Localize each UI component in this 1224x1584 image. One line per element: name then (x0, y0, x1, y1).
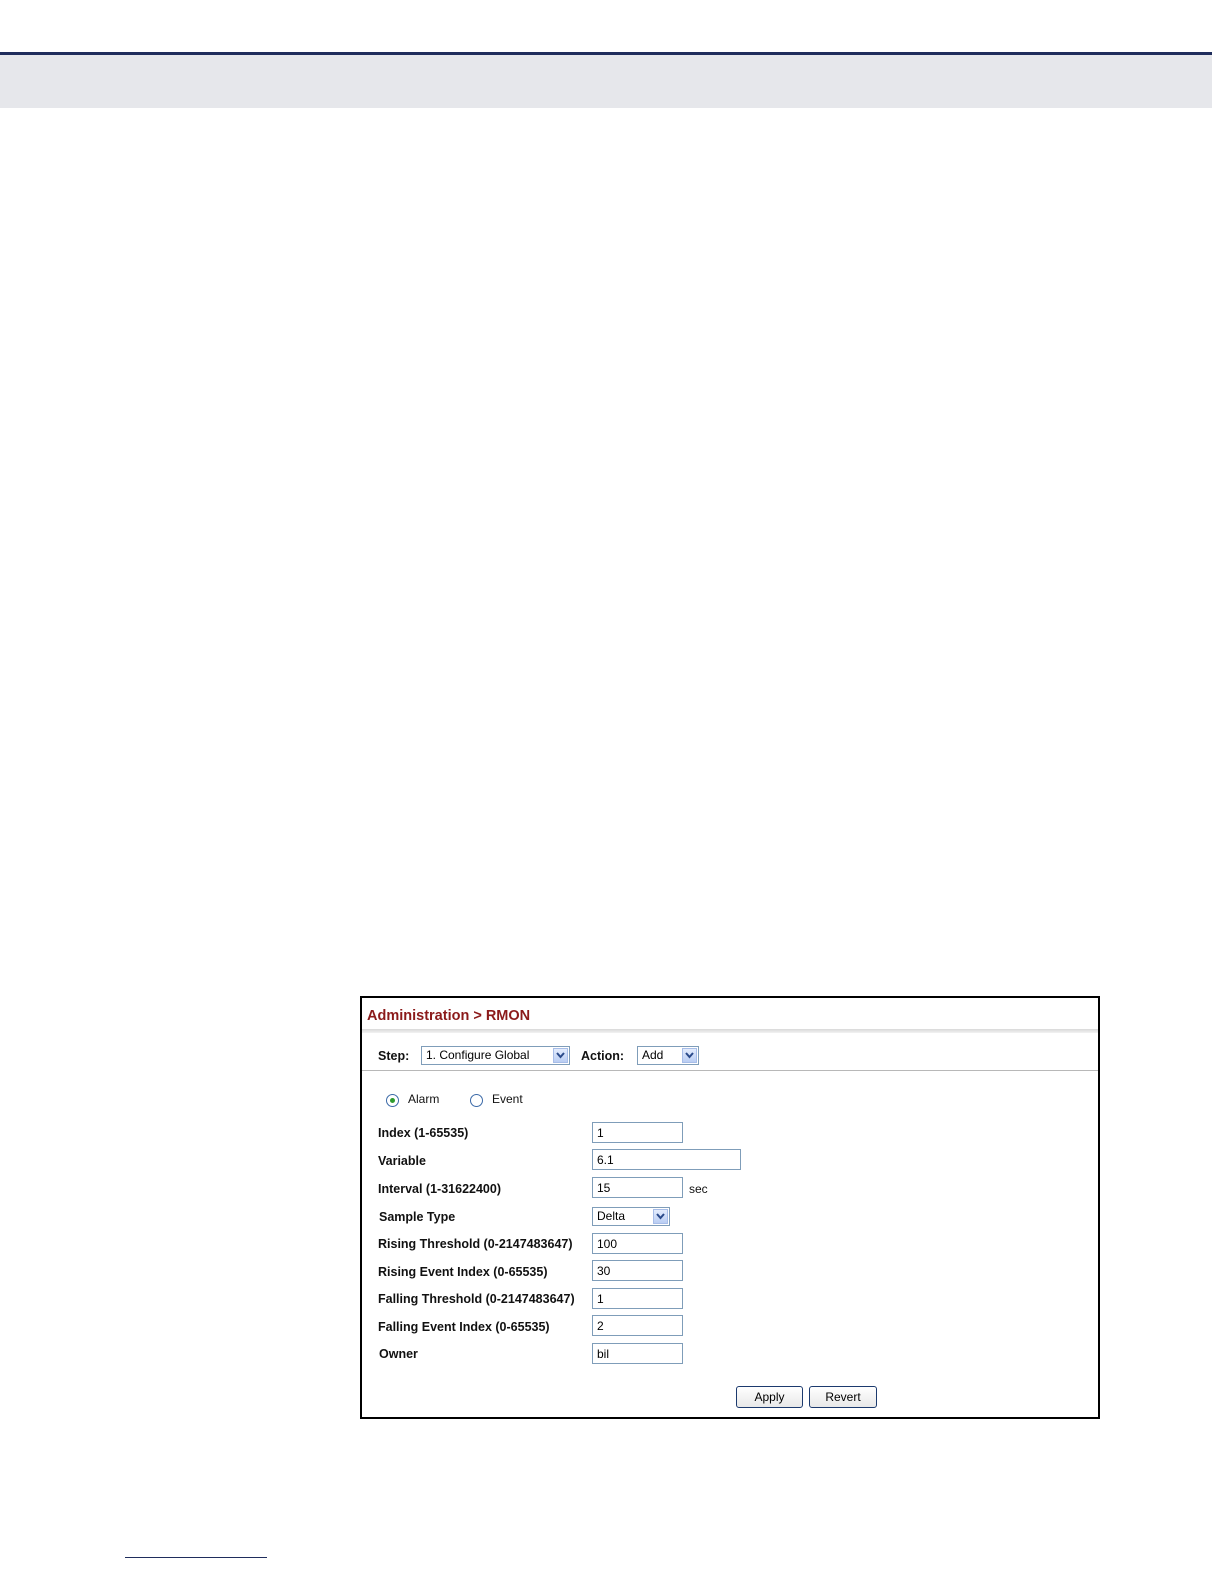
chevron-down-icon[interactable] (653, 1209, 668, 1224)
footer-rule (125, 1557, 267, 1558)
chevron-down-icon[interactable] (553, 1048, 568, 1063)
page-title: Administration > RMON (367, 1008, 531, 1024)
interval-label: Interval (1-31622400) (378, 1182, 501, 1196)
falling-event-index-label: Falling Event Index (0-65535) (378, 1320, 550, 1334)
index-label: Index (1-65535) (378, 1126, 469, 1140)
sample-type-label: Sample Type (379, 1210, 456, 1224)
falling-event-index-field[interactable] (592, 1315, 683, 1336)
rising-threshold-field[interactable] (592, 1233, 683, 1254)
variable-label: Variable (378, 1154, 426, 1168)
alarm-radio[interactable] (386, 1094, 399, 1107)
toolbar-divider (362, 1070, 1098, 1071)
rmon-screenshot-panel: Administration > RMON Step: 1. Configure… (360, 996, 1100, 1419)
owner-label: Owner (379, 1347, 418, 1361)
interval-unit: sec (689, 1182, 708, 1196)
interval-field[interactable] (592, 1177, 683, 1198)
action-select[interactable]: Add (637, 1046, 699, 1065)
title-divider (362, 1029, 1098, 1033)
chevron-down-icon[interactable] (682, 1048, 697, 1063)
rising-threshold-label: Rising Threshold (0-2147483647) (378, 1237, 573, 1251)
falling-threshold-label: Falling Threshold (0-2147483647) (378, 1292, 575, 1306)
variable-field[interactable] (592, 1149, 741, 1170)
falling-threshold-field[interactable] (592, 1288, 683, 1309)
sample-type-value: Delta (597, 1209, 626, 1223)
event-radio-label: Event (492, 1092, 523, 1106)
rising-event-index-field[interactable] (592, 1260, 683, 1281)
sample-type-select[interactable]: Delta (592, 1207, 670, 1226)
event-radio[interactable] (470, 1094, 483, 1107)
step-select[interactable]: 1. Configure Global (421, 1046, 570, 1065)
step-label: Step: (378, 1049, 410, 1063)
apply-button[interactable]: Apply (736, 1386, 803, 1408)
owner-field[interactable] (592, 1343, 683, 1364)
page-header-band (0, 55, 1212, 108)
alarm-radio-label: Alarm (408, 1092, 440, 1106)
action-select-value: Add (642, 1048, 664, 1062)
step-select-value: 1. Configure Global (426, 1048, 530, 1062)
revert-button[interactable]: Revert (809, 1386, 877, 1408)
rising-event-index-label: Rising Event Index (0-65535) (378, 1265, 548, 1279)
index-field[interactable] (592, 1122, 683, 1143)
action-label: Action: (581, 1049, 625, 1063)
